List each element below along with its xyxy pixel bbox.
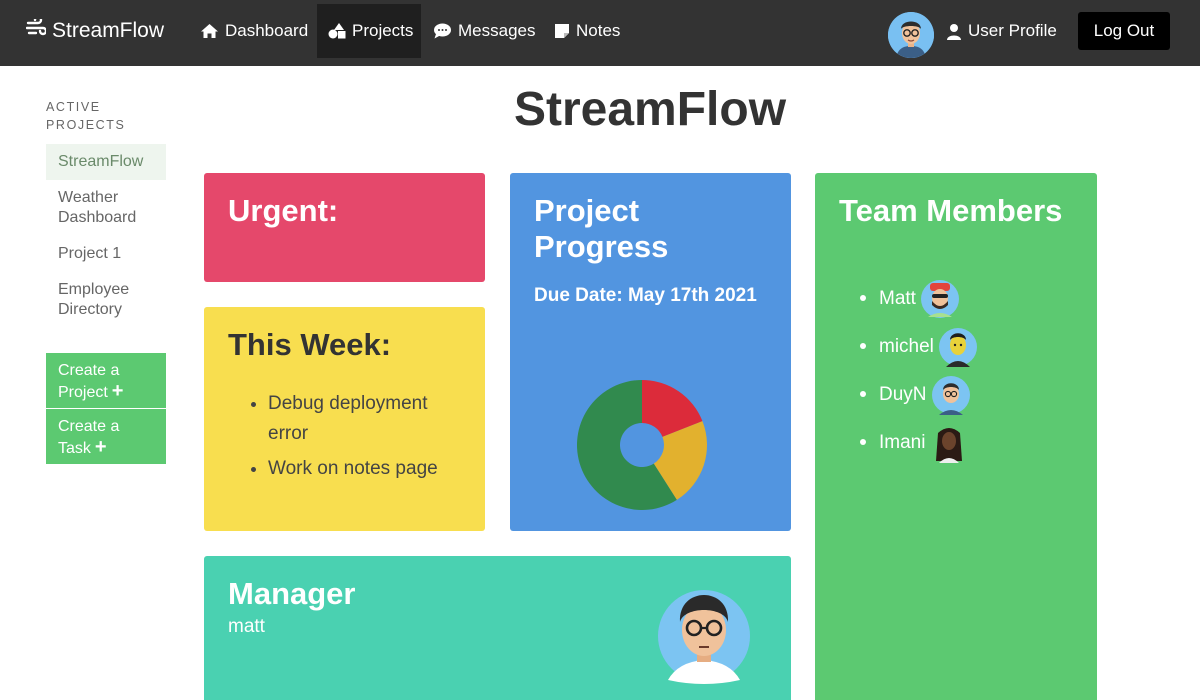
team-members-title: Team Members — [839, 193, 1063, 228]
this-week-title: This Week: — [228, 327, 392, 362]
brand-link[interactable]: StreamFlow — [25, 15, 165, 46]
manager-avatar — [654, 580, 750, 684]
member-name: Imani — [879, 432, 926, 453]
sidebar-heading: ACTIVE PROJECTS — [46, 100, 126, 132]
project-progress-title: Project Progress — [534, 193, 669, 264]
create-task-button[interactable]: Create a Task + — [46, 409, 166, 464]
top-navbar: StreamFlow Dashboard Projects Messages N… — [0, 0, 1200, 66]
note-icon — [554, 23, 570, 39]
nav-notes[interactable]: Notes — [543, 4, 631, 58]
shapes-icon — [328, 23, 346, 39]
nav-messages-label: Messages — [458, 21, 536, 40]
nav-notes-label: Notes — [576, 21, 621, 40]
member-avatar — [931, 375, 971, 415]
chat-icon — [433, 23, 452, 39]
project-progress-card: Project Progress Due Date: May 17th 2021 — [510, 173, 791, 531]
sidebar-item-streamflow[interactable]: StreamFlow — [46, 144, 166, 180]
member-name: DuyN — [879, 384, 927, 405]
this-week-card: This Week: Debug deployment error Work o… — [204, 307, 485, 531]
home-icon — [200, 23, 219, 39]
list-item: Imani — [860, 419, 1073, 467]
nav-dashboard-label: Dashboard — [225, 21, 309, 40]
manager-card: Manager matt — [204, 556, 791, 700]
page-title: StreamFlow — [513, 83, 787, 136]
create-project-label: Create a Project — [58, 362, 120, 401]
urgent-title: Urgent: — [228, 193, 339, 228]
list-item: Matt — [860, 275, 1073, 323]
user-icon — [946, 23, 962, 40]
list-item: Work on notes page — [268, 454, 461, 484]
sidebar-item-project-1[interactable]: Project 1 — [46, 244, 166, 264]
member-avatar — [938, 327, 978, 367]
member-avatar — [929, 423, 969, 463]
due-date: Due Date: May 17th 2021 — [534, 285, 757, 306]
urgent-card: Urgent: — [204, 173, 485, 282]
plus-icon: + — [111, 380, 124, 402]
sidebar-item-employee-directory[interactable]: Employee Directory — [46, 280, 166, 320]
member-name: Matt — [879, 288, 916, 309]
team-list: Matt michel DuyN Imani — [860, 275, 1073, 467]
plus-icon: + — [94, 436, 107, 458]
brand-name: StreamFlow — [52, 19, 165, 42]
create-task-label: Create a Task — [58, 418, 120, 457]
user-avatar[interactable] — [888, 12, 934, 58]
progress-donut-chart — [577, 380, 707, 510]
nav-messages[interactable]: Messages — [422, 4, 546, 58]
member-name: michel — [879, 336, 934, 357]
create-project-button[interactable]: Create a Project + — [46, 353, 166, 408]
list-item: Debug deployment error — [268, 389, 461, 449]
sidebar-item-weather-dashboard[interactable]: Weather Dashboard — [46, 188, 166, 228]
nav-projects[interactable]: Projects — [317, 4, 421, 58]
stream-logo-icon — [25, 15, 52, 43]
team-members-card: Team Members Matt michel DuyN Imani — [815, 173, 1097, 700]
task-list: Debug deployment error Work on notes pag… — [268, 389, 461, 484]
list-item: DuyN — [860, 371, 1073, 419]
user-profile-link[interactable]: User Profile — [946, 14, 1057, 48]
user-profile-label: User Profile — [968, 21, 1057, 40]
logout-button[interactable]: Log Out — [1078, 12, 1170, 50]
list-item: michel — [860, 323, 1073, 371]
nav-dashboard[interactable]: Dashboard — [189, 4, 319, 58]
nav-projects-label: Projects — [352, 21, 414, 40]
member-avatar — [920, 279, 960, 319]
